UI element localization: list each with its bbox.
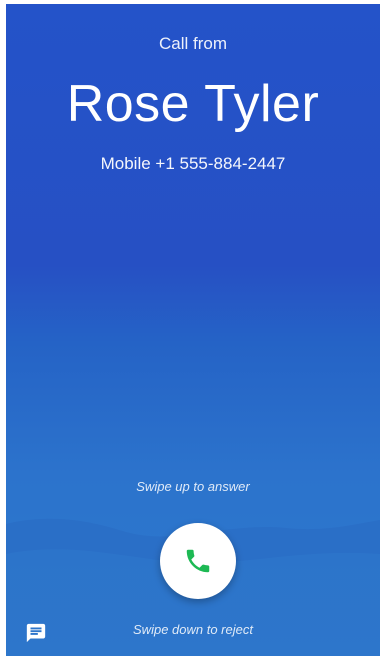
phone-icon bbox=[186, 549, 210, 573]
swipe-down-hint: Swipe down to reject bbox=[133, 622, 253, 637]
call-from-label: Call from bbox=[158, 34, 227, 53]
caller-number: Mobile +1 555-884-2447 bbox=[100, 154, 286, 173]
incoming-call-screen: Call from Rose Tyler Mobile +1 555-884-2… bbox=[6, 4, 380, 656]
swipe-up-hint: Swipe up to answer bbox=[136, 479, 250, 494]
answer-call-button[interactable] bbox=[160, 523, 236, 599]
caller-name: Rose Tyler bbox=[66, 75, 320, 133]
